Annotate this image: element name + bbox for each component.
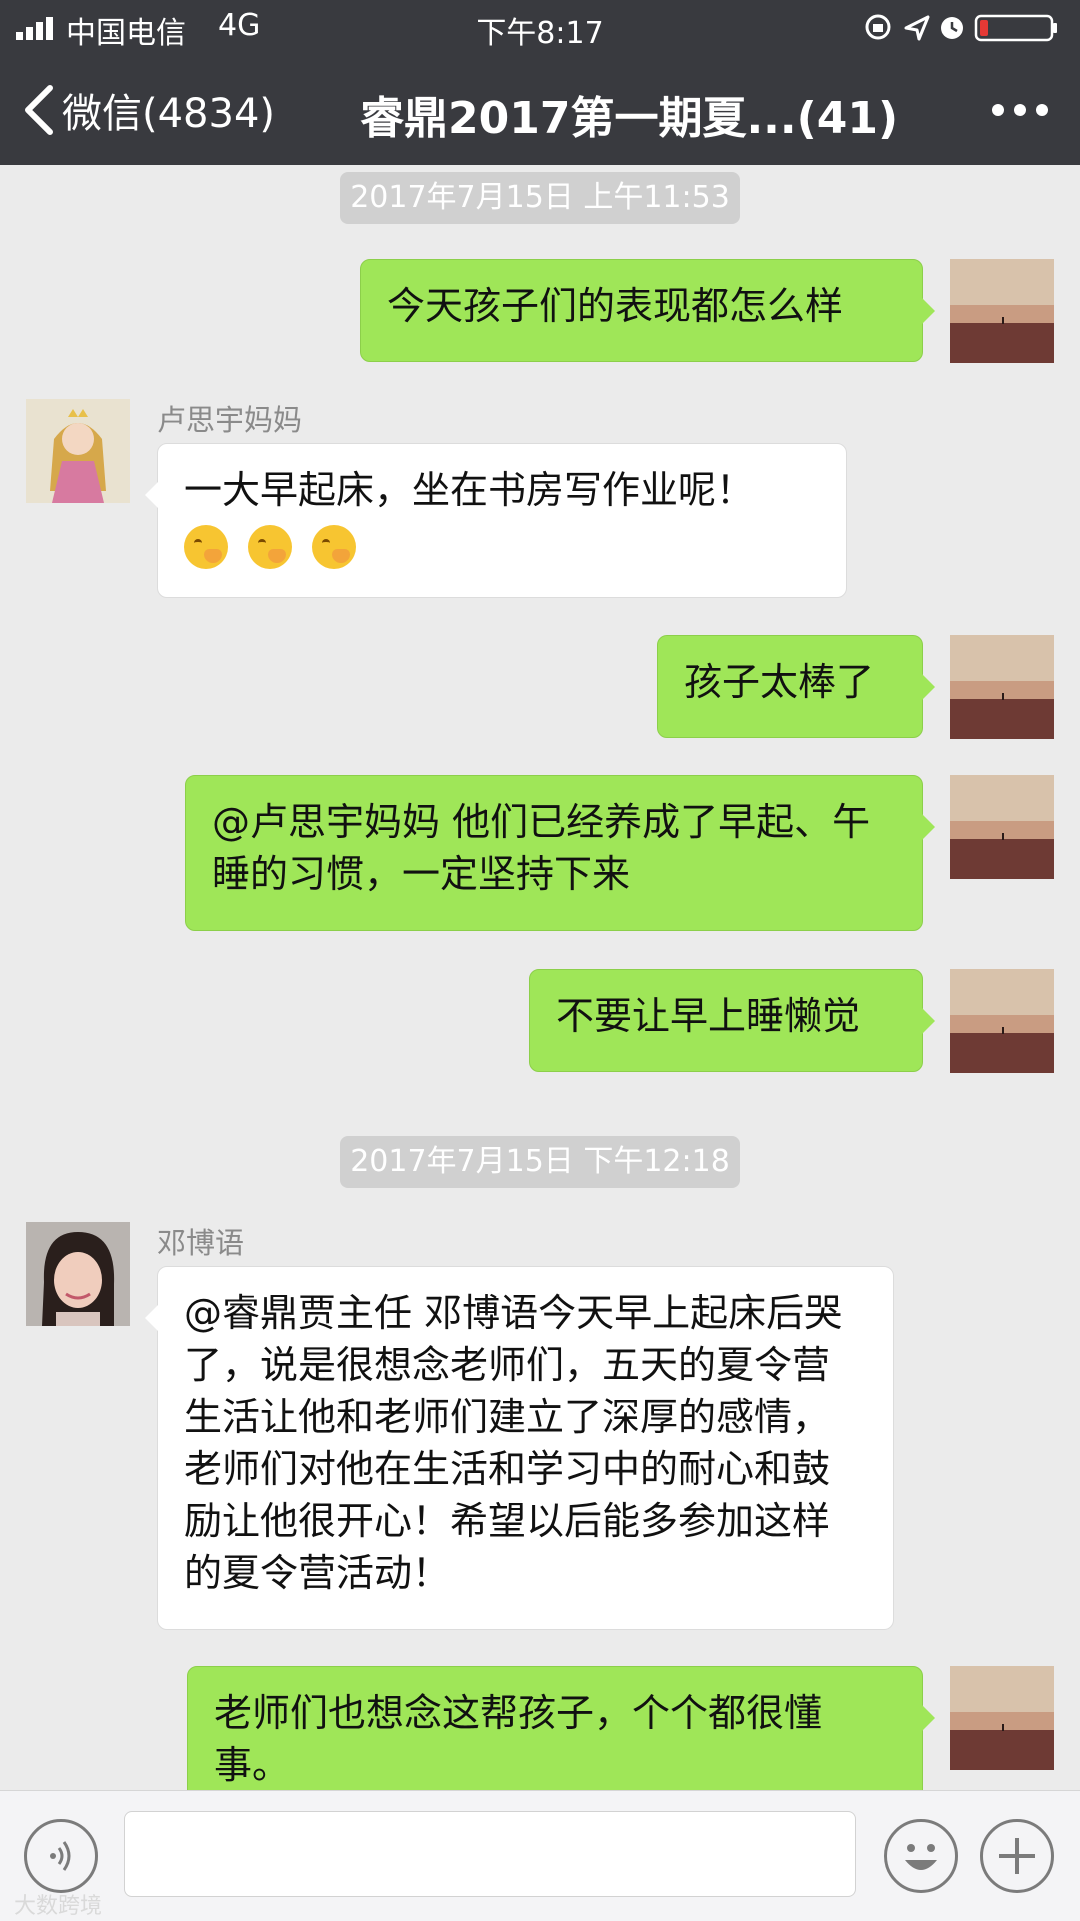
plus-button[interactable] [980, 1819, 1054, 1893]
emoji-row [184, 518, 364, 570]
sender-name: 邓博语 [157, 1226, 245, 1260]
back-label: 微信(4834) [62, 91, 276, 137]
sender-name: 卢思宇妈妈 [157, 403, 303, 437]
landscape-avatar-image [950, 635, 1054, 739]
message-bubble[interactable]: 孩子太棒了 [657, 635, 935, 738]
avatar[interactable] [950, 969, 1054, 1073]
message-bubble[interactable]: 今天孩子们的表现都怎么样 [360, 259, 935, 362]
landscape-avatar-image [950, 969, 1054, 1073]
status-icons [865, 14, 1057, 42]
avatar[interactable] [950, 775, 1054, 879]
message-text: 一大早起床，坐在书房写作业呢！ [184, 468, 755, 512]
message-bubble[interactable]: @卢思宇妈妈 他们已经养成了早起、午睡的习惯，一定坚持下来 [185, 775, 935, 931]
avatar[interactable] [26, 399, 130, 503]
watermark: 大数跨境 [14, 1894, 103, 1919]
hugging-face-emoji-icon [184, 524, 228, 569]
hugging-face-emoji-icon [248, 524, 293, 569]
landscape-avatar-image [950, 1666, 1054, 1770]
back-button[interactable]: 微信(4834) [20, 82, 275, 138]
voice-button[interactable] [24, 1819, 98, 1893]
more-icon[interactable] [990, 92, 1050, 128]
plus-icon [999, 1838, 1035, 1874]
status-bar: 中国电信 4G 下午8:17 [0, 0, 1080, 52]
emoji-icon [905, 1844, 937, 1870]
avatar[interactable] [950, 1666, 1054, 1770]
landscape-avatar-image [950, 259, 1054, 363]
avatar[interactable] [26, 1222, 130, 1326]
battery-icon [974, 14, 1057, 42]
timestamp: 2017年7月15日 下午12:18 [340, 1136, 740, 1188]
nav-bar: 微信(4834) 睿鼎2017第一期夏...(41) [0, 52, 1080, 165]
message-bubble[interactable]: @睿鼎贾主任 邓博语今天早上起床后哭了，说是很想念老师们，五天的夏令营生活让他和… [145, 1266, 894, 1630]
voice-icon [50, 1841, 71, 1871]
landscape-avatar-image [950, 775, 1054, 879]
message-bubble[interactable]: 老师们也想念这帮孩子，个个都很懂事。 [187, 1666, 935, 1790]
message-bubble[interactable]: 一大早起床，坐在书房写作业呢！ [145, 443, 847, 598]
chat-title: 睿鼎2017第一期夏...(41) [360, 93, 899, 144]
timestamp: 2017年7月15日 上午11:53 [340, 172, 740, 224]
cartoon-girl-avatar-image [26, 399, 130, 503]
woman-avatar-image [26, 1222, 130, 1326]
input-bar [0, 1790, 1080, 1921]
rotation-lock-icon [865, 14, 891, 40]
chat-area[interactable]: 2017年7月15日 上午11:53 今天孩子们的表现都怎么样 卢思宇妈妈 一大… [0, 165, 1080, 1790]
location-icon [904, 15, 930, 41]
hugging-face-emoji-icon [312, 524, 357, 569]
avatar[interactable] [950, 635, 1054, 739]
alarm-icon [941, 17, 963, 39]
message-input[interactable] [124, 1811, 856, 1897]
avatar[interactable] [950, 259, 1054, 363]
chevron-left-icon [25, 85, 53, 135]
emoji-button[interactable] [884, 1819, 958, 1893]
message-bubble[interactable]: 不要让早上睡懒觉 [529, 969, 935, 1072]
